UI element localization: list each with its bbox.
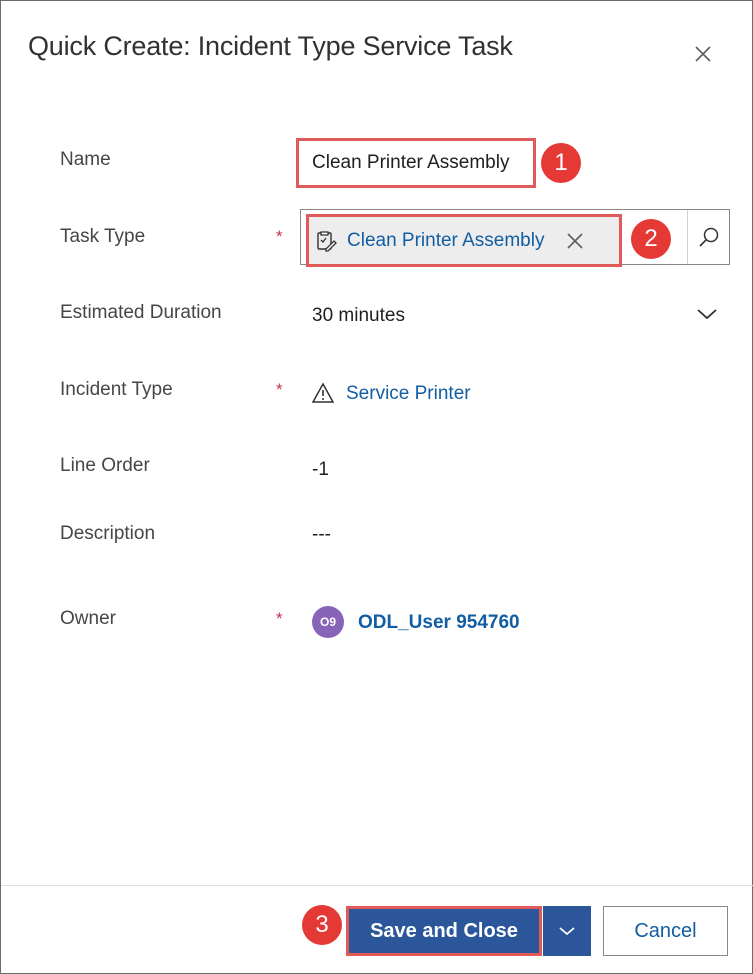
task-type-label: Task Type <box>60 226 146 247</box>
save-options-button[interactable] <box>543 906 591 956</box>
estimated-duration-value: 30 minutes <box>312 305 405 326</box>
close-button[interactable] <box>687 38 719 70</box>
line-order-value[interactable]: -1 <box>312 459 329 481</box>
save-and-close-button[interactable]: Save and Close <box>346 906 542 956</box>
owner-required: * <box>276 609 283 628</box>
incident-type-label: Incident Type <box>60 379 173 400</box>
callout-3: 3 <box>302 905 342 945</box>
description-label: Description <box>60 523 156 544</box>
owner-label: Owner <box>60 608 116 629</box>
callout-1: 1 <box>541 143 581 183</box>
chevron-down-icon[interactable] <box>558 925 576 937</box>
avatar: O9 <box>312 606 344 638</box>
footer-divider <box>1 885 753 886</box>
callout-2: 2 <box>631 219 671 259</box>
name-value: Clean Printer Assembly <box>312 152 510 173</box>
estimated-duration-dropdown[interactable]: 30 minutes <box>304 297 724 337</box>
task-type-search-button[interactable] <box>687 210 729 264</box>
task-type-tag[interactable]: Clean Printer Assembly <box>306 214 622 267</box>
close-icon[interactable] <box>694 45 712 63</box>
owner-link[interactable]: ODL_User 954760 <box>358 612 520 634</box>
task-type-remove-button[interactable] <box>566 232 584 250</box>
chevron-down-icon[interactable] <box>696 307 718 321</box>
incident-type-required: * <box>276 380 283 399</box>
name-label: Name <box>60 149 111 170</box>
name-field[interactable]: Clean Printer Assembly <box>296 138 536 188</box>
line-order-label: Line Order <box>60 455 150 476</box>
warning-icon <box>312 382 334 403</box>
description-value[interactable]: --- <box>312 524 331 546</box>
close-icon[interactable] <box>566 232 584 250</box>
task-type-required: * <box>276 227 283 246</box>
quick-create-dialog: Quick Create: Incident Type Service Task… <box>0 0 753 974</box>
dialog-title: Quick Create: Incident Type Service Task <box>28 31 513 61</box>
task-type-value[interactable]: Clean Printer Assembly <box>347 230 544 252</box>
cancel-button[interactable]: Cancel <box>603 906 728 956</box>
estimated-duration-label: Estimated Duration <box>60 302 222 323</box>
search-icon[interactable] <box>698 226 720 248</box>
task-type-icon <box>317 230 337 252</box>
incident-type-link[interactable]: Service Printer <box>346 383 471 405</box>
